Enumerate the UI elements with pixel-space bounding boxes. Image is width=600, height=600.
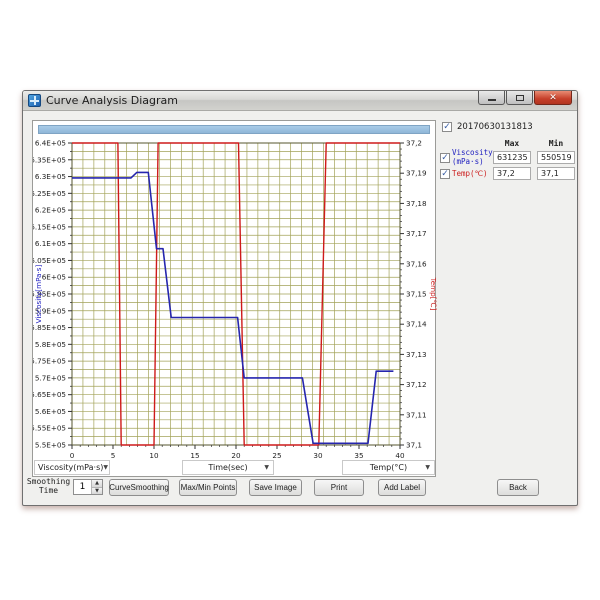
left-axis-title: Viscosity[mPa·s] [34, 264, 43, 323]
x-axis-selector[interactable]: Time(sec) ▼ [182, 460, 274, 475]
svg-text:10: 10 [149, 451, 159, 460]
chevron-down-icon: ▼ [264, 464, 269, 471]
svg-text:5.5E+05: 5.5E+05 [35, 441, 66, 450]
svg-text:37,15: 37,15 [406, 290, 427, 299]
svg-text:6.2E+05: 6.2E+05 [35, 206, 66, 215]
svg-text:25: 25 [272, 451, 281, 460]
curve-smoothing-button[interactable]: CurveSmoothing [109, 479, 169, 496]
svg-text:5.8E+05: 5.8E+05 [35, 340, 66, 349]
smoothing-time-label: Smoothing Time [26, 477, 71, 495]
svg-text:37,16: 37,16 [406, 259, 427, 268]
svg-text:6.05E+05: 6.05E+05 [33, 256, 66, 265]
temp-min-value: 37,1 [541, 169, 559, 178]
check-icon: ✓ [441, 154, 449, 163]
svg-text:37,2: 37,2 [406, 139, 422, 148]
session-checkbox[interactable]: ✓ [442, 122, 452, 132]
chart-panel: 6.4E+05 6.35E+05 6.3E+05 6.25E+05 6.2E+05 6.1… [32, 120, 436, 477]
smoothing-label-line1: Smoothing [26, 477, 71, 486]
max-min-points-button[interactable]: Max/Min Points [179, 479, 237, 496]
desktop-background: Curve Analysis Diagram ✕ 6.4E+05 6.35E+05… [0, 0, 600, 600]
check-icon: ✓ [441, 170, 449, 179]
svg-text:30: 30 [313, 451, 323, 460]
svg-text:6.15E+05: 6.15E+05 [33, 222, 66, 231]
svg-text:5.75E+05: 5.75E+05 [33, 357, 66, 366]
close-button[interactable]: ✕ [534, 91, 572, 105]
svg-text:40: 40 [395, 451, 405, 460]
smoothing-time-stepper[interactable]: 1 ▲ ▼ [73, 479, 103, 495]
maximize-icon [516, 95, 524, 101]
svg-text:37,1: 37,1 [406, 441, 422, 450]
right-axis-selector[interactable]: Temp(°C) ▼ [342, 460, 435, 475]
svg-text:6E+05: 6E+05 [42, 273, 66, 282]
svg-text:6.35E+05: 6.35E+05 [33, 155, 66, 164]
svg-text:6.1E+05: 6.1E+05 [35, 239, 66, 248]
svg-text:6.3E+05: 6.3E+05 [35, 172, 66, 181]
left-axis-selector[interactable]: Viscosity(mPa·s) ▼ [34, 460, 110, 475]
min-column-header: Min [537, 139, 575, 148]
svg-text:5.65E+05: 5.65E+05 [33, 390, 66, 399]
viscosity-checkbox[interactable]: ✓ [440, 153, 450, 163]
check-icon: ✓ [443, 123, 451, 132]
svg-text:37,11: 37,11 [406, 410, 427, 419]
temp-stat-label: Temp(℃) [452, 170, 488, 179]
left-axis-selector-value: Viscosity(mPa·s) [38, 463, 103, 472]
app-icon [28, 94, 41, 107]
save-image-button[interactable]: Save Image [249, 479, 302, 496]
minimize-button[interactable] [478, 91, 505, 105]
chart-range-scrollbar[interactable] [38, 125, 430, 134]
svg-text:37,12: 37,12 [406, 380, 427, 389]
viscosity-max-field[interactable]: 631235 [493, 151, 531, 164]
viscosity-min-field[interactable]: 550519 [537, 151, 575, 164]
chevron-down-icon: ▼ [103, 464, 108, 471]
svg-text:5.6E+05: 5.6E+05 [35, 407, 66, 416]
viscosity-stat-label-line2: (mPa·s) [452, 158, 493, 167]
spinner-down-icon[interactable]: ▼ [92, 487, 102, 495]
svg-text:5.55E+05: 5.55E+05 [33, 424, 66, 433]
temp-max-value: 37,2 [497, 169, 515, 178]
svg-text:37,18: 37,18 [406, 199, 427, 208]
svg-text:15: 15 [190, 451, 199, 460]
svg-text:6.25E+05: 6.25E+05 [33, 189, 66, 198]
right-axis-title: Temp[℃] [429, 277, 437, 311]
svg-text:37,13: 37,13 [406, 350, 427, 359]
svg-text:0: 0 [70, 451, 75, 460]
smoothing-time-value: 1 [74, 480, 91, 494]
x-axis-selector-value: Time(sec) [208, 463, 247, 472]
right-axis-selector-value: Temp(°C) [370, 463, 407, 472]
titlebar[interactable]: Curve Analysis Diagram ✕ [23, 91, 577, 111]
print-button[interactable]: Print [314, 479, 364, 496]
window-title: Curve Analysis Diagram [46, 94, 178, 107]
smoothing-label-line2: Time [26, 486, 71, 495]
viscosity-stat-label: Viscosity (mPa·s) [452, 149, 493, 166]
back-button[interactable]: Back [497, 479, 539, 496]
minimize-icon [488, 99, 496, 101]
svg-text:5.7E+05: 5.7E+05 [35, 373, 66, 382]
maximize-button[interactable] [506, 91, 533, 105]
add-label-button[interactable]: Add Label [378, 479, 426, 496]
svg-text:5.85E+05: 5.85E+05 [33, 323, 66, 332]
session-id-label: 20170630131813 [457, 122, 533, 132]
viscosity-min-value: 550519 [541, 153, 572, 162]
svg-text:37,14: 37,14 [406, 320, 427, 329]
curve-analysis-window: Curve Analysis Diagram ✕ 6.4E+05 6.35E+05… [22, 90, 578, 506]
close-icon: ✕ [549, 92, 557, 104]
max-column-header: Max [493, 139, 531, 148]
svg-text:37,19: 37,19 [406, 169, 427, 178]
svg-text:5: 5 [111, 451, 116, 460]
svg-text:37,17: 37,17 [406, 229, 427, 238]
chevron-down-icon: ▼ [425, 464, 430, 471]
svg-text:35: 35 [354, 451, 363, 460]
svg-text:20: 20 [231, 451, 241, 460]
temp-checkbox[interactable]: ✓ [440, 169, 450, 179]
chart-plot-svg: 6.4E+05 6.35E+05 6.3E+05 6.25E+05 6.2E+05 6.1… [33, 137, 437, 460]
session-checkbox-row[interactable]: ✓ 20170630131813 [442, 122, 533, 132]
temp-max-field[interactable]: 37,2 [493, 167, 531, 180]
svg-text:6.4E+05: 6.4E+05 [35, 139, 66, 148]
temp-min-field[interactable]: 37,1 [537, 167, 575, 180]
viscosity-max-value: 631235 [497, 153, 528, 162]
